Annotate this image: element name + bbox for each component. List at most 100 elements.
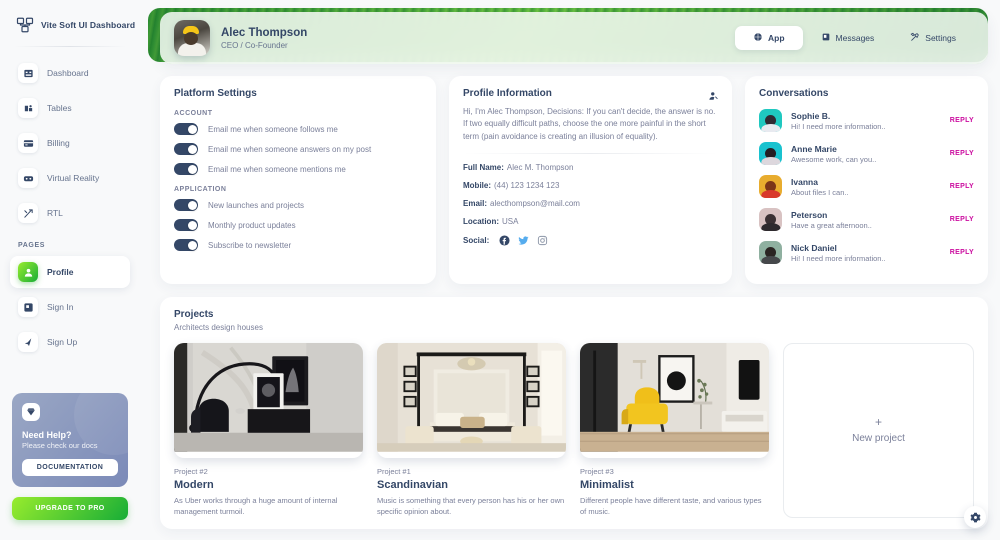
- facebook-icon[interactable]: [499, 235, 510, 246]
- contact-name: Peterson: [791, 209, 828, 220]
- setting-row: Email me when someone follows me: [174, 123, 422, 135]
- main-content: Alec Thompson CEO / Co-Founder App Messa…: [140, 0, 1000, 540]
- list-item[interactable]: Sophie B. Hi! I need more information.. …: [759, 109, 974, 132]
- tab-messages[interactable]: Messages: [803, 26, 893, 50]
- vr-icon: [18, 168, 38, 188]
- header-card: Alec Thompson CEO / Co-Founder App Messa…: [160, 12, 988, 64]
- conversation-text: Ivanna About files I can..: [791, 177, 941, 197]
- setting-row: Monthly product updates: [174, 219, 422, 231]
- conversation-text: Peterson Have a great afternoon..: [791, 210, 941, 230]
- contact-name: Anne Marie: [791, 143, 837, 154]
- contact-name: Nick Daniel: [791, 242, 837, 253]
- sidebar-item-sign-up[interactable]: Sign Up: [10, 326, 130, 358]
- setting-label: Email me when someone mentions me: [208, 164, 346, 174]
- toggle-newsletter[interactable]: [174, 239, 198, 251]
- message-preview: Have a great afternoon..: [791, 220, 872, 230]
- upgrade-to-pro-button[interactable]: UPGRADE TO PRO: [12, 497, 128, 520]
- sidebar-divider: [14, 46, 126, 47]
- avatar: [759, 142, 782, 165]
- info-value: Alec M. Thompson: [506, 163, 574, 173]
- profile-bio: Hi, I'm Alec Thompson, Decisions: If you…: [463, 107, 716, 141]
- project-name: Modern: [174, 479, 214, 491]
- twitter-icon[interactable]: [518, 235, 529, 246]
- setting-label: Subscribe to newsletter: [208, 240, 292, 250]
- reply-button[interactable]: REPLY: [950, 249, 974, 256]
- tab-settings[interactable]: Settings: [892, 26, 974, 50]
- instagram-icon[interactable]: [537, 235, 548, 246]
- info-row-mobile: Mobile: (44) 123 1234 123: [463, 181, 718, 190]
- sidebar-item-tables[interactable]: Tables: [10, 92, 130, 124]
- setting-row: New launches and projects: [174, 199, 422, 211]
- sidebar-label: Sign In: [47, 302, 74, 312]
- sidebar-item-billing[interactable]: Billing: [10, 127, 130, 159]
- divider: [463, 153, 718, 155]
- card-title: Profile Information: [463, 88, 552, 99]
- setting-label: Monthly product updates: [208, 220, 296, 230]
- toggle-monthly-updates[interactable]: [174, 219, 198, 231]
- user-role: CEO / Co-Founder: [221, 40, 288, 50]
- sidebar-label: Virtual Reality: [47, 173, 100, 183]
- message-preview: About files I can..: [791, 187, 849, 197]
- info-key: Location:: [463, 217, 499, 227]
- sidebar-item-dashboard[interactable]: Dashboard: [10, 57, 130, 89]
- project-card-modern[interactable]: Project #2 Modern As Uber works through …: [174, 343, 363, 518]
- avatar: [759, 175, 782, 198]
- setting-row: Email me when someone answers on my post: [174, 143, 422, 155]
- new-project-button[interactable]: + New project: [783, 343, 974, 518]
- setting-row: Email me when someone mentions me: [174, 163, 422, 175]
- reply-button[interactable]: REPLY: [950, 216, 974, 223]
- sidebar-label: Sign Up: [47, 337, 78, 347]
- scandinavian-bedroom-photo: [377, 343, 566, 458]
- avatar[interactable]: [174, 20, 210, 56]
- toggle-mentions-me[interactable]: [174, 163, 198, 175]
- message-preview: Hi! I need more information..: [791, 253, 886, 263]
- project-number: Project #2: [174, 467, 208, 476]
- sidebar-item-virtual-reality[interactable]: Virtual Reality: [10, 162, 130, 194]
- reply-button[interactable]: REPLY: [950, 117, 974, 124]
- project-card-minimalist[interactable]: Project #3 Minimalist Different people h…: [580, 343, 769, 518]
- info-key: Email:: [463, 199, 488, 209]
- tab-label: Messages: [835, 33, 875, 43]
- edit-profile-icon[interactable]: [709, 88, 719, 106]
- project-number: Project #1: [377, 467, 411, 476]
- card-title: Conversations: [759, 88, 829, 99]
- reply-button[interactable]: REPLY: [950, 183, 974, 190]
- list-item[interactable]: Peterson Have a great afternoon.. REPLY: [759, 208, 974, 231]
- toggle-answers-post[interactable]: [174, 143, 198, 155]
- tab-app[interactable]: App: [735, 26, 803, 50]
- documentation-button[interactable]: DOCUMENTATION: [22, 459, 118, 476]
- sidebar-item-rtl[interactable]: RTL: [10, 197, 130, 229]
- plus-icon: +: [874, 415, 882, 430]
- conversation-text: Sophie B. Hi! I need more information..: [791, 111, 941, 131]
- list-item[interactable]: Ivanna About files I can.. REPLY: [759, 175, 974, 198]
- sign-up-icon: [18, 332, 38, 352]
- billing-icon: [18, 133, 38, 153]
- info-key: Full Name:: [463, 163, 504, 173]
- toggle-new-launches[interactable]: [174, 199, 198, 211]
- sidebar-label: Dashboard: [47, 68, 89, 78]
- dashboard-logo-icon: [16, 16, 34, 34]
- gear-icon[interactable]: [964, 506, 986, 528]
- header-tabs: App Messages Settings: [735, 26, 974, 50]
- list-item[interactable]: Anne Marie Awesome work, can you.. REPLY: [759, 142, 974, 165]
- info-row-location: Location: USA: [463, 217, 718, 226]
- setting-label: Email me when someone answers on my post: [208, 144, 372, 154]
- sidebar-label: RTL: [47, 208, 63, 218]
- brand[interactable]: Vite Soft UI Dashboard: [10, 14, 135, 34]
- info-key: Mobile:: [463, 181, 491, 191]
- toggle-follows-me[interactable]: [174, 123, 198, 135]
- setting-label: New launches and projects: [208, 200, 305, 210]
- app-root: Vite Soft UI Dashboard Dashboard Tables: [0, 0, 1000, 540]
- sidebar-item-profile[interactable]: Profile: [10, 256, 130, 288]
- help-title: Need Help?: [22, 430, 72, 441]
- setting-row: Subscribe to newsletter: [174, 239, 422, 251]
- project-card-scandinavian[interactable]: Project #1 Scandinavian Music is somethi…: [377, 343, 566, 518]
- profile-icon: [18, 262, 38, 282]
- conversation-text: Anne Marie Awesome work, can you..: [791, 144, 941, 164]
- sidebar-item-sign-in[interactable]: Sign In: [10, 291, 130, 323]
- social-row: Social:: [463, 235, 718, 246]
- dashboard-icon: [18, 63, 38, 83]
- list-item[interactable]: Nick Daniel Hi! I need more information.…: [759, 241, 974, 264]
- social-label: Social:: [463, 236, 490, 246]
- reply-button[interactable]: REPLY: [950, 150, 974, 157]
